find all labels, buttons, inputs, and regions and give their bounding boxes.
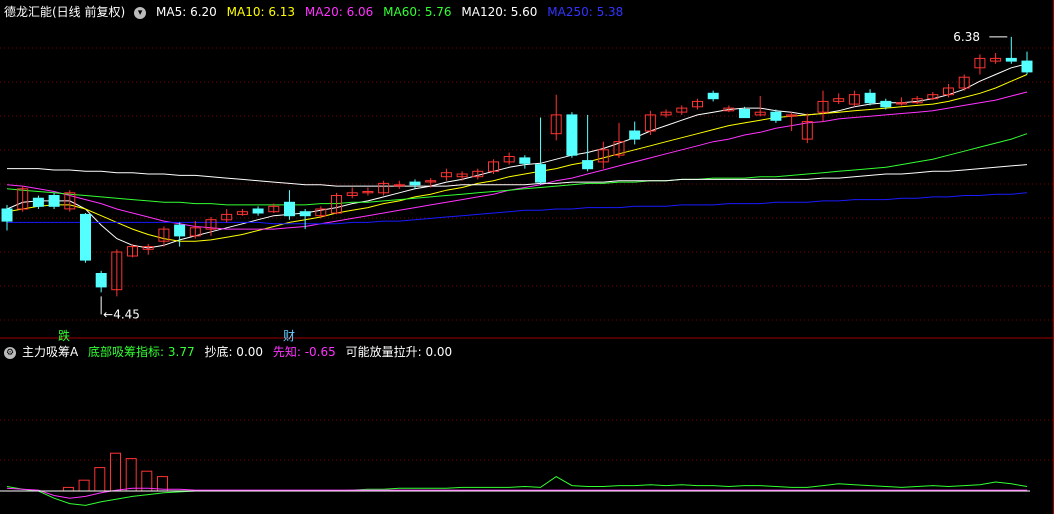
candle-body <box>582 160 594 170</box>
marker-cai: 财 <box>283 329 296 343</box>
volume-rise-label: 可能放量拉升: 0.00 <box>345 345 453 359</box>
marker-die: 跌 <box>58 329 71 343</box>
sub-header: ⚙ 主力吸筹A 底部吸筹指标: 3.77 抄底: 0.00 先知: -0.65 可… <box>0 343 458 361</box>
candle-body <box>519 157 531 164</box>
bottom-accum-label: 底部吸筹指标: 3.77 <box>88 345 195 359</box>
ma-line-ma250 <box>7 192 1028 225</box>
accum-bar <box>94 467 106 492</box>
ma60-label: MA60: 5.76 <box>383 5 452 19</box>
candle-body <box>1005 57 1017 62</box>
candle-body <box>284 201 295 217</box>
candle-body <box>393 184 405 187</box>
candle-body <box>566 114 578 156</box>
candle-body <box>1021 60 1033 73</box>
high-annotation: 6.38 <box>953 30 980 44</box>
ma20-label: MA20: 6.06 <box>304 5 374 19</box>
ma5-label: MA5: 6.20 <box>156 5 217 19</box>
xianzhi-label: 先知: -0.65 <box>272 345 336 359</box>
candle-body <box>252 208 264 214</box>
candle-body <box>880 100 892 108</box>
chevron-down-icon[interactable]: ▾ <box>134 6 147 19</box>
accum-bar <box>62 486 74 492</box>
ma250-label: MA250: 5.38 <box>547 5 624 19</box>
chaodi-label: 抄底: 0.00 <box>204 345 264 359</box>
candle-body <box>739 109 750 119</box>
candle-body <box>80 213 91 261</box>
candle-body <box>174 224 186 237</box>
ma10-label: MA10: 6.13 <box>226 5 296 19</box>
candle-body <box>770 111 782 121</box>
accum-bar <box>110 452 121 492</box>
candle-body <box>299 211 311 217</box>
indicator-title[interactable]: 主力吸筹A <box>22 345 78 359</box>
candle-body <box>707 92 719 100</box>
ma-line-ma60 <box>6 133 1028 206</box>
candle-body <box>864 92 876 104</box>
accum-bar <box>125 458 137 492</box>
candle-body <box>1 208 13 222</box>
low-annotation: ←4.45 <box>103 307 140 321</box>
stock-title[interactable]: 德龙汇能(日线 前复权) <box>4 5 125 19</box>
candle-body <box>95 273 107 288</box>
ma120-label: MA120: 5.60 <box>461 5 538 19</box>
candle-body <box>629 130 641 140</box>
candle-body <box>535 164 546 183</box>
gear-icon[interactable]: ⚙ <box>4 346 16 359</box>
candle-body <box>48 195 60 207</box>
main-header: 德龙汇能(日线 前复权) ▾ MA5: 6.20 MA10: 6.13 MA20:… <box>0 3 629 21</box>
candle-body <box>32 197 44 207</box>
candle-body <box>409 181 421 186</box>
kline-chart[interactable]: 6.38 ←4.45 <box>0 0 1054 514</box>
accum-bar <box>78 479 90 492</box>
ma-line-ma20 <box>6 91 1028 230</box>
